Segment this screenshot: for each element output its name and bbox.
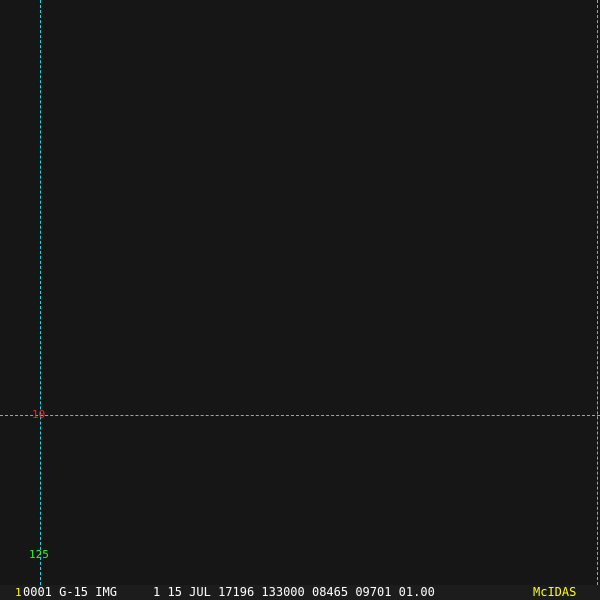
cursor-column-label: 125	[29, 548, 49, 561]
satellite-image-frame[interactable]	[0, 0, 600, 585]
frame-number: 1	[15, 586, 22, 599]
mcidas-display: 10 125 1 0001 G-15 IMG 1 15 JUL 17196 13…	[0, 0, 600, 600]
cursor-horizontal-line	[0, 415, 600, 416]
cursor-vertical-line	[40, 0, 41, 585]
status-bar: 1 0001 G-15 IMG 1 15 JUL 17196 133000 08…	[0, 585, 600, 600]
cursor-row-label: 10	[32, 408, 46, 421]
mcidas-brand: McIDAS	[533, 585, 577, 599]
image-info-text: 0001 G-15 IMG 1 15 JUL 17196 133000 0846…	[23, 585, 435, 599]
frame-right-edge-line	[597, 0, 598, 585]
